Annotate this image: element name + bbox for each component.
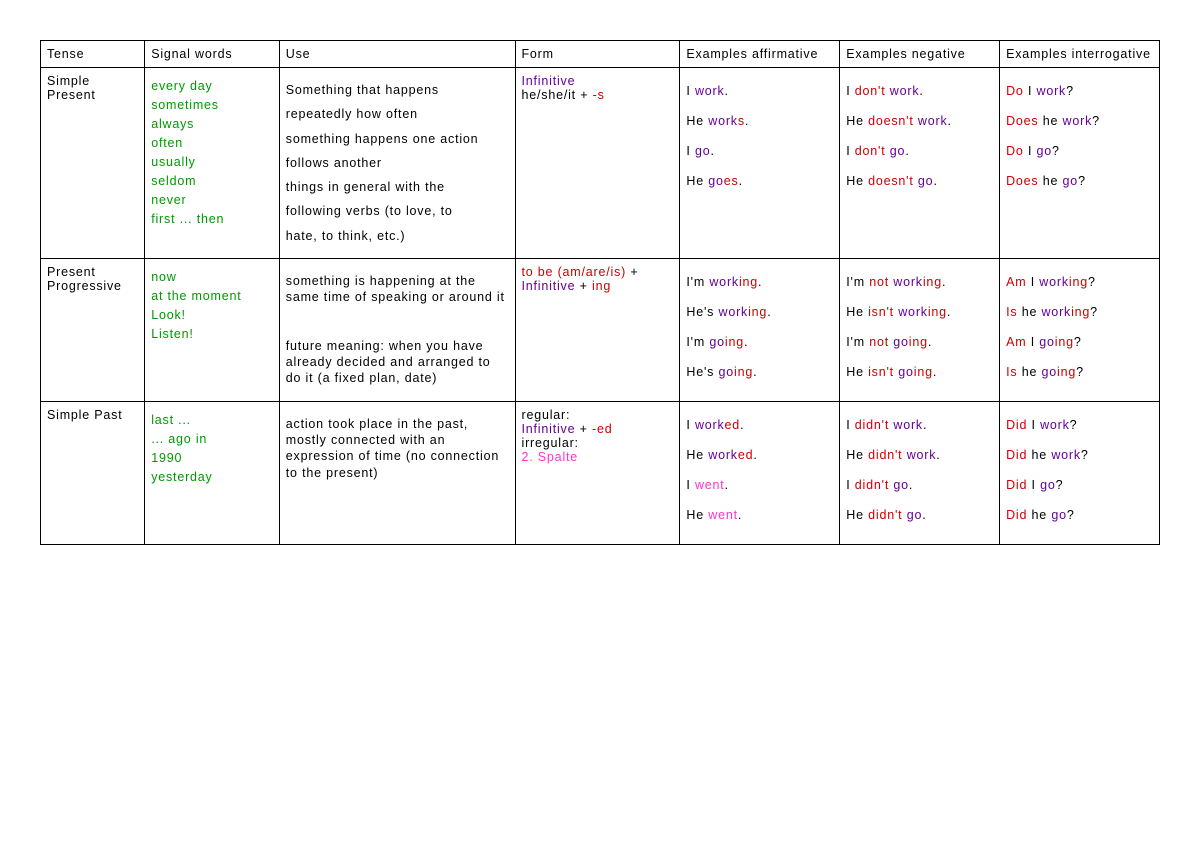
signal-word: ... ago in	[151, 432, 273, 446]
cell-examples-interrogative: Am I working?Is he working?Am I going?Is…	[1000, 258, 1160, 401]
cell-examples-affirmative: I worked.He worked.I went.He went.	[680, 401, 840, 544]
signal-word: often	[151, 136, 273, 150]
cell-form: regular:Infinitive + -edirregular:2. Spa…	[515, 401, 680, 544]
signal-word: Look!	[151, 308, 273, 322]
cell-examples-affirmative: I'm working.He's working.I'm going.He's …	[680, 258, 840, 401]
cell-tense: Simple Present	[41, 68, 145, 259]
cell-form: Infinitivehe/she/it + -s	[515, 68, 680, 259]
table-row: Simple Past last ... ... ago in 1990 yesterd…	[41, 401, 1160, 544]
cell-tense: Present Progressive	[41, 258, 145, 401]
header-form: Form	[515, 41, 680, 68]
cell-examples-interrogative: Do I work?Does he work?Do I go?Does he g…	[1000, 68, 1160, 259]
header-row: Tense Signal words Use Form Examples aff…	[41, 41, 1160, 68]
cell-signal-words: now at the moment Look! Listen!	[145, 258, 280, 401]
signal-word: always	[151, 117, 273, 131]
signal-word: first ... then	[151, 212, 273, 226]
signal-word: sometimes	[151, 98, 273, 112]
signal-word: usually	[151, 155, 273, 169]
cell-use: Something that happensrepeatedly how oft…	[279, 68, 515, 259]
signal-word: seldom	[151, 174, 273, 188]
cell-form: to be (am/are/is) + Infinitive + ing	[515, 258, 680, 401]
cell-examples-negative: I didn't work.He didn't work.I didn't go…	[840, 401, 1000, 544]
cell-examples-interrogative: Did I work?Did he work?Did I go?Did he g…	[1000, 401, 1160, 544]
header-use: Use	[279, 41, 515, 68]
cell-signal-words: last ... ... ago in 1990 yesterday	[145, 401, 280, 544]
signal-word: Listen!	[151, 327, 273, 341]
header-tense: Tense	[41, 41, 145, 68]
cell-use: something is happening at the same time …	[279, 258, 515, 401]
header-signal: Signal words	[145, 41, 280, 68]
signal-word: never	[151, 193, 273, 207]
signal-word: last ...	[151, 413, 273, 427]
table-row: Present Progressive now at the moment Look!…	[41, 258, 1160, 401]
tense-table: Tense Signal words Use Form Examples aff…	[40, 40, 1160, 545]
signal-word: yesterday	[151, 470, 273, 484]
signal-word: now	[151, 270, 273, 284]
table-row: Simple Present every day sometimes always of…	[41, 68, 1160, 259]
header-ex-int: Examples interrogative	[1000, 41, 1160, 68]
header-ex-aff: Examples affirmative	[680, 41, 840, 68]
cell-use: action took place in the past, mostly co…	[279, 401, 515, 544]
cell-examples-affirmative: I work.He works.I go.He goes.	[680, 68, 840, 259]
signal-word: 1990	[151, 451, 273, 465]
cell-signal-words: every day sometimes always often usually seld…	[145, 68, 280, 259]
signal-word: at the moment	[151, 289, 273, 303]
cell-examples-negative: I'm not working.He isn't working.I'm not…	[840, 258, 1000, 401]
header-ex-neg: Examples negative	[840, 41, 1000, 68]
cell-tense: Simple Past	[41, 401, 145, 544]
cell-examples-negative: I don't work.He doesn't work.I don't go.…	[840, 68, 1000, 259]
signal-word: every day	[151, 79, 273, 93]
